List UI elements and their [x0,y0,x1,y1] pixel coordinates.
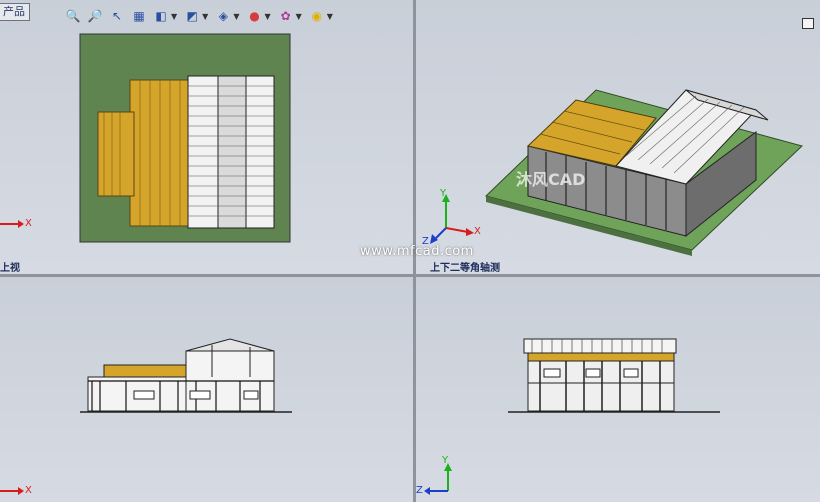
front-view-axis-triad [0,487,24,495]
x-axis-label: X [25,485,32,496]
x-axis-arrow [18,220,24,228]
x-axis-label: X [25,218,32,229]
viewport-label-isometric: 上下二等角轴测 [430,263,500,274]
watermark-url: www.mfcad.com [360,244,474,259]
top-view-axis-triad [0,220,24,228]
right-view-axis-triad [424,463,452,495]
y-axis-label: Y [442,455,449,466]
viewport-front-view[interactable]: X [0,277,413,502]
viewport-isometric[interactable]: 沐风CAD Y X Z 上下二等角轴测 [416,0,820,274]
viewport-right-view[interactable]: Y Z [416,277,820,502]
y-axis-label: Y [440,188,447,199]
z-axis-label: Z [416,485,423,496]
viewport-top-view[interactable]: 产品 🔍 🔎 ↖ ▦ ◧ ▼ ◩ ▼ ◈ ▼ ● ▼ ✿ ▼ ◉ ▼ X 上视 [0,0,413,274]
viewport-label-top: 上视 [0,263,20,274]
x-axis-label: X [474,226,481,237]
viewport-splitter-horizontal[interactable] [0,274,820,277]
